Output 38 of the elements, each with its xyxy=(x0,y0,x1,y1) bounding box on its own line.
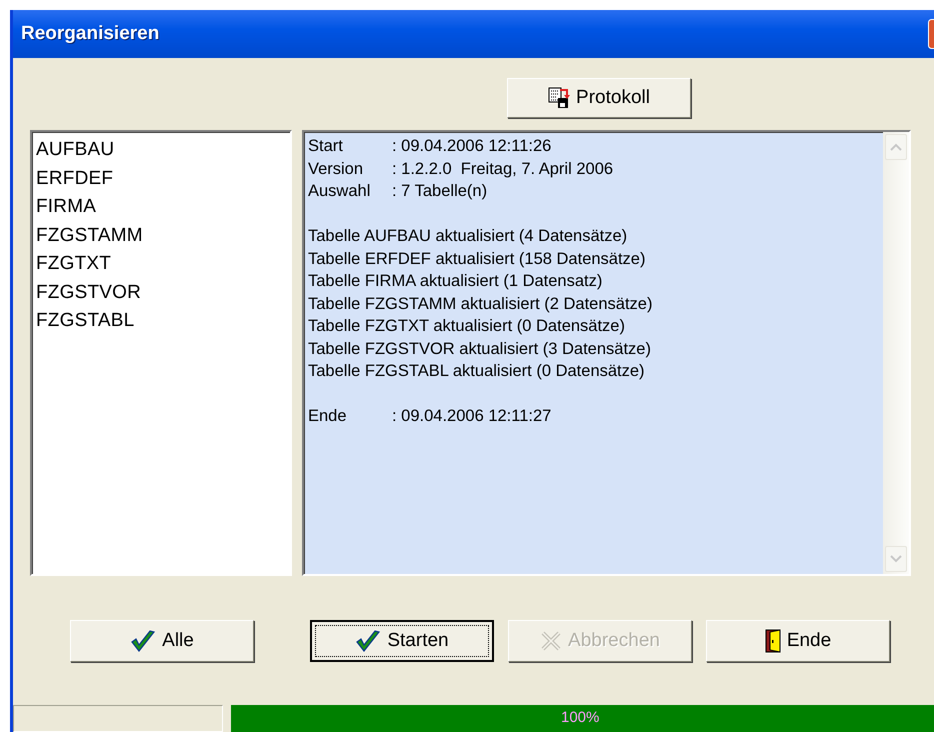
checkmark-icon xyxy=(130,629,156,653)
action-button[interactable]: Ende xyxy=(706,620,890,662)
log-label: Auswahl xyxy=(308,181,372,202)
table-list-item[interactable]: FIRMA xyxy=(36,193,286,222)
log-line: Tabelle FZGSTABL aktualisiert (0 Datensätze) xyxy=(308,361,646,382)
action-button[interactable]: Starten xyxy=(310,620,494,662)
table-list-item[interactable]: FZGSTVOR xyxy=(36,278,286,307)
log-label: Version xyxy=(308,158,364,180)
log-value: : 7 Tabelle(n) xyxy=(392,181,488,202)
window-title: Reorganisieren xyxy=(21,23,160,45)
scrollbar[interactable] xyxy=(883,132,909,574)
protokoll-button[interactable]: Protokoll xyxy=(507,78,691,118)
progress-reading: 100% xyxy=(561,709,600,726)
scroll-down-button[interactable] xyxy=(885,546,907,572)
log-value: : 09.04.2006 12:11:26 xyxy=(392,136,552,157)
log-value: : 1.2.2.0 Freitag, 7. April 2006 xyxy=(392,158,614,180)
log-label: Ende xyxy=(308,406,348,427)
document-disk-icon xyxy=(548,87,570,109)
checkmark-icon xyxy=(355,629,382,653)
log-line: Tabelle AUFBAU aktualisiert (4 Datensätze) xyxy=(308,226,628,247)
table-list-item[interactable]: FZGSTAMM xyxy=(36,222,286,250)
chevron-up-icon xyxy=(890,143,902,151)
log-line: Tabelle FIRMA aktualisiert (1 Datensatz) xyxy=(308,271,604,292)
log-value: : 09.04.2006 12:11:27 xyxy=(392,406,552,427)
log-line: Tabelle FZGTXT aktualisiert (0 Datensätze) xyxy=(308,316,626,337)
scroll-up-button[interactable] xyxy=(885,134,907,160)
door-icon xyxy=(764,629,781,653)
log-line: Tabelle ERFDEF aktualisiert (158 Datensätze) xyxy=(308,248,646,270)
table-list-item[interactable]: FZGSTABL xyxy=(36,307,286,336)
log-label: Start xyxy=(308,136,344,157)
log-line: Tabelle FZGSTAMM aktualisiert (2 Datensätze) xyxy=(308,294,654,314)
action-button[interactable]: Alle xyxy=(70,620,254,662)
log-line: Tabelle FZGSTVOR aktualisiert (3 Datensätze) xyxy=(308,338,652,360)
table-list-item[interactable]: ERFDEF xyxy=(36,164,286,193)
table-list-item[interactable]: AUFBAU xyxy=(36,136,286,164)
chevron-down-icon xyxy=(890,555,902,563)
cross-icon xyxy=(540,630,562,652)
table-list-item[interactable]: FZGTXT xyxy=(36,250,286,278)
